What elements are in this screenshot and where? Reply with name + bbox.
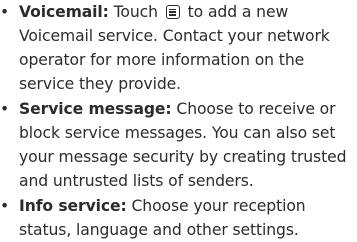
term-service-message: Service message: xyxy=(19,100,172,118)
menu-icon xyxy=(165,5,180,19)
list-item-info-service: • Info service: Choose your reception st… xyxy=(0,194,357,242)
term-info-service: Info service: xyxy=(19,197,127,215)
settings-description-list: • Voicemail: Touch to add a new Voicemai… xyxy=(0,0,357,242)
voicemail-text-before-icon: Touch xyxy=(113,3,158,21)
list-item-service-message: • Service message: Choose to receive or … xyxy=(0,97,357,193)
term-voicemail: Voicemail: xyxy=(19,3,109,21)
bullet-dot: • xyxy=(0,3,10,21)
bullet-dot: • xyxy=(0,197,10,215)
bullet-dot: • xyxy=(0,100,10,118)
list-item-voicemail: • Voicemail: Touch to add a new Voicemai… xyxy=(0,0,357,96)
